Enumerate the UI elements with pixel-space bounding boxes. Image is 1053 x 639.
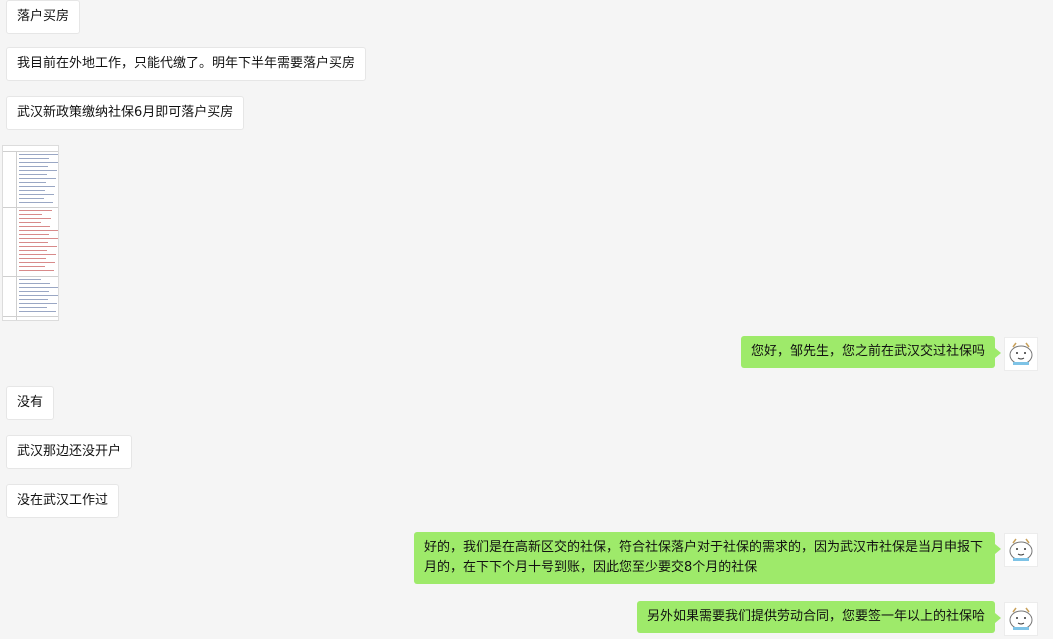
thumbnail-text-line [19,174,47,175]
thumbnail-text-line [19,266,45,267]
thumbnail-text-line [19,154,58,155]
cartoon-avatar-icon[interactable] [1004,602,1038,636]
message-bubble[interactable]: 武汉那边还没开户 [6,435,133,469]
thumbnail-text-line [19,295,58,296]
message-bubble[interactable]: 武汉新政策缴纳社保6月即可落户买房 [6,96,245,130]
thumbnail-text-line [19,246,57,247]
thumbnail-text-line [19,262,55,263]
thumbnail-text-line [19,307,47,308]
message-bubble[interactable]: 我目前在外地工作，只能代缴了。明年下半年需要落户买房 [6,47,367,81]
thumbnail-text-line [19,170,57,171]
thumbnail-text-line [19,190,45,191]
thumbnail-text-line [19,214,42,215]
thumbnail-text-line [19,242,48,243]
chat-message-list: 落户买房 我目前在外地工作，只能代缴了。明年下半年需要落户买房 武汉新政策缴纳社… [0,0,1053,636]
thumbnail-text-line [19,279,41,280]
thumbnail-text-line [19,270,54,271]
thumbnail-table-column [16,152,17,320]
thumbnail-text-line [19,166,48,167]
thumbnail-text-line [19,299,48,300]
thumbnail-text-line [19,258,46,259]
thumbnail-text-line [19,311,56,312]
message-bubble[interactable]: 没有 [6,386,55,420]
thumbnail-text-line [19,226,50,227]
thumbnail-text-line [19,291,49,292]
thumbnail-rule [3,316,58,317]
message-bubble[interactable]: 好的，我们是在高新区交的社保，符合社保落户对于社保的需求的，因为武汉市社保是当月… [414,532,1001,584]
thumbnail-text-line [19,287,58,288]
thumbnail-text-line [19,222,41,223]
thumbnail-text-line [19,230,58,231]
thumbnail-text-line [19,210,52,211]
thumbnail-text-line [19,254,56,255]
cartoon-avatar-icon[interactable] [1004,533,1038,567]
thumbnail-text-line [19,158,49,159]
thumbnail-text-line [19,182,46,183]
thumbnail-text-line [19,186,55,187]
cartoon-avatar-icon[interactable] [1004,337,1038,371]
thumbnail-rule [3,207,58,208]
thumbnail-rule [3,151,58,152]
thumbnail-text-line [19,194,54,195]
thumbnail-text-line [19,162,58,163]
message-bubble[interactable]: 您好，邹先生，您之前在武汉交过社保吗 [740,336,1002,368]
thumbnail-text-line [19,303,57,304]
image-message-thumbnail[interactable] [2,145,59,321]
thumbnail-text-line [19,250,47,251]
thumbnail-text-line [19,178,56,179]
thumbnail-text-line [19,218,51,219]
thumbnail-text-line [19,198,44,199]
thumbnail-text-line [19,283,50,284]
thumbnail-text-line [19,234,49,235]
message-bubble[interactable]: 没在武汉工作过 [6,484,120,518]
thumbnail-text-line [19,238,58,239]
thumbnail-text-line [19,202,53,203]
thumbnail-rule [3,276,58,277]
message-bubble[interactable]: 落户买房 [6,0,81,34]
message-bubble[interactable]: 另外如果需要我们提供劳动合同，您要签一年以上的社保哈 [636,601,1002,633]
